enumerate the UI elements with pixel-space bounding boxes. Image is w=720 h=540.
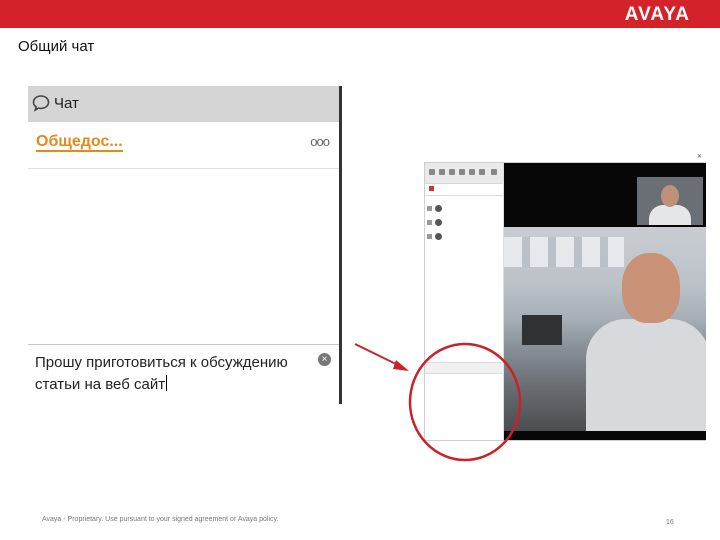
avatar bbox=[435, 233, 442, 240]
toolbar-icon bbox=[491, 169, 497, 175]
pip-person-head bbox=[661, 185, 679, 207]
footer-disclaimer: Avaya - Proprietary. Use pursuant to you… bbox=[42, 516, 279, 523]
message-input[interactable]: Прошу приготовиться к обсуждению статьи … bbox=[28, 344, 339, 405]
conversation-item[interactable]: Общедос... ooo bbox=[28, 122, 339, 169]
message-input-text[interactable]: Прошу приготовиться к обсуждению статьи … bbox=[35, 352, 315, 396]
self-view-video bbox=[637, 177, 703, 225]
header-bar: AVAYA bbox=[0, 0, 720, 28]
clear-input-button[interactable]: × bbox=[318, 353, 331, 366]
mini-conversation-item[interactable] bbox=[425, 362, 503, 374]
toolbar-icon bbox=[449, 169, 455, 175]
avaya-logo: AVAYA bbox=[624, 4, 690, 25]
person-body bbox=[586, 319, 706, 431]
chat-bubble-icon bbox=[32, 95, 50, 112]
red-icon bbox=[429, 186, 434, 191]
participants-panel bbox=[425, 163, 504, 440]
mini-search-bar bbox=[425, 184, 503, 196]
toolbar-icon bbox=[469, 169, 475, 175]
toolbar-icon bbox=[459, 169, 465, 175]
app-screenshot bbox=[424, 162, 706, 441]
device-icon bbox=[427, 220, 432, 225]
chat-header-label: Чат bbox=[54, 95, 79, 112]
conversation-name[interactable]: Общедос... bbox=[36, 133, 123, 152]
participant-item[interactable] bbox=[425, 230, 503, 244]
avatar bbox=[435, 205, 442, 212]
close-icon[interactable]: ✕ bbox=[697, 153, 702, 160]
avatar bbox=[435, 219, 442, 226]
toolbar-icon bbox=[439, 169, 445, 175]
slide-title: Общий чат bbox=[18, 38, 95, 55]
main-video bbox=[504, 227, 706, 431]
more-options-button[interactable]: ooo bbox=[310, 134, 330, 149]
participant-item[interactable] bbox=[425, 216, 503, 230]
pointer-arrow bbox=[354, 343, 399, 366]
chat-panel: Чат Общедос... ooo Прошу приготовиться к… bbox=[28, 86, 342, 405]
text-cursor bbox=[166, 375, 168, 391]
toolbar-icon bbox=[479, 169, 485, 175]
office-background bbox=[504, 237, 624, 267]
device-icon bbox=[427, 206, 432, 211]
mini-toolbar bbox=[425, 163, 503, 184]
video-area bbox=[504, 163, 706, 440]
device-icon bbox=[427, 234, 432, 239]
toolbar-icon bbox=[429, 169, 435, 175]
pip-person-body bbox=[649, 205, 691, 225]
background-monitor bbox=[522, 315, 562, 345]
chat-header: Чат bbox=[28, 86, 339, 122]
page-number: 16 bbox=[666, 519, 674, 526]
participant-item[interactable] bbox=[425, 202, 503, 216]
person-head bbox=[622, 253, 680, 323]
arrow-head-icon bbox=[393, 360, 409, 371]
